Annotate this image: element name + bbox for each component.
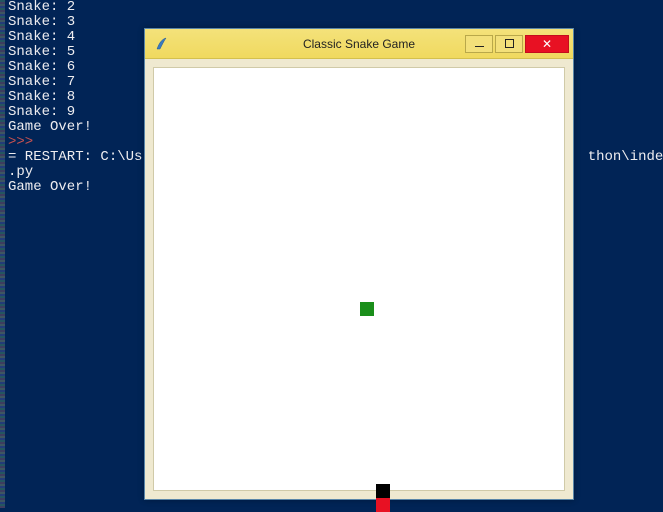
shell-line: Snake: 2: [8, 0, 663, 15]
tk-feather-icon: [153, 36, 169, 52]
game-canvas[interactable]: [153, 67, 565, 491]
snake-body: [376, 498, 390, 512]
canvas-frame: [145, 59, 573, 499]
window-controls: ✕: [465, 35, 569, 53]
close-button[interactable]: ✕: [525, 35, 569, 53]
maximize-button[interactable]: [495, 35, 523, 53]
food: [360, 302, 374, 316]
editor-gutter: [0, 0, 5, 508]
minimize-button[interactable]: [465, 35, 493, 53]
snake-head: [376, 484, 390, 498]
game-window: Classic Snake Game ✕: [144, 28, 574, 500]
close-icon: ✕: [542, 38, 552, 50]
window-titlebar[interactable]: Classic Snake Game ✕: [145, 29, 573, 59]
